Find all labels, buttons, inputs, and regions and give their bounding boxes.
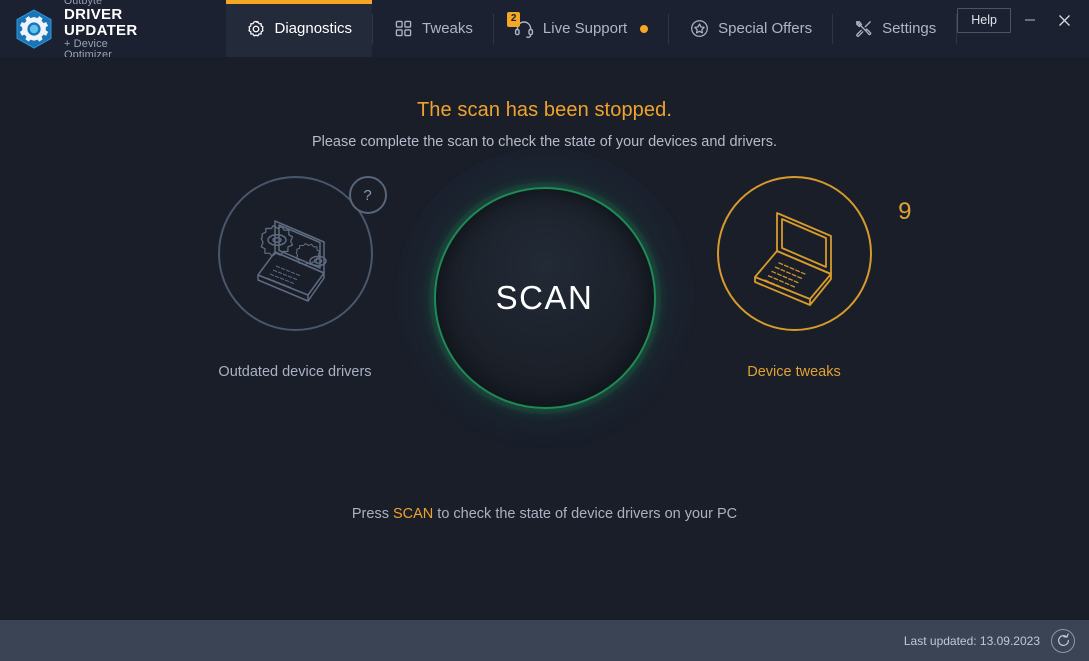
device-tweaks-panel[interactable]: 9 Device tweaks	[674, 168, 914, 380]
tab-diagnostics[interactable]: Diagnostics	[225, 0, 373, 57]
close-button[interactable]	[1049, 5, 1079, 35]
star-circle-icon	[689, 19, 709, 39]
scan-button-area: SCAN	[394, 148, 695, 448]
scan-hint: Press SCAN to check the state of device …	[0, 506, 1089, 522]
brand-product: DRIVER UPDATER	[64, 6, 138, 39]
tab-tweaks[interactable]: Tweaks	[373, 0, 493, 57]
tab-label: Special Offers	[718, 20, 813, 37]
page-title: The scan has been stopped.	[416, 99, 672, 121]
outdated-drivers-panel[interactable]: ? Outdated device drivers	[175, 168, 415, 380]
outdated-drivers-label: Outdated device drivers	[218, 364, 372, 380]
tab-label: Diagnostics	[274, 20, 353, 37]
headset-icon: 2	[506, 11, 534, 39]
hint-prefix: Press	[351, 506, 393, 522]
status-message-block: The scan has been stopped. Please comple…	[0, 57, 1089, 150]
device-tweaks-label: Device tweaks	[747, 364, 841, 380]
tab-special-offers[interactable]: Special Offers	[669, 0, 832, 57]
laptop-icon: 9	[716, 176, 912, 331]
laptop-gears-icon: ?	[217, 176, 387, 331]
tab-live-support[interactable]: 2 Live Support	[494, 0, 668, 57]
status-bar: Last updated: 13.09.2023	[0, 620, 1089, 661]
live-status-dot	[640, 24, 649, 33]
tools-icon	[853, 19, 873, 39]
tab-settings[interactable]: Settings	[833, 0, 956, 57]
grid-icon	[393, 19, 413, 39]
live-support-badge: 2	[506, 11, 521, 27]
tab-label: Live Support	[542, 20, 628, 37]
hint-highlight: SCAN	[392, 506, 434, 522]
hint-suffix: to check the state of device drivers on …	[433, 506, 738, 522]
window-controls: Help	[957, 0, 1089, 40]
question-badge: ?	[348, 176, 387, 214]
help-button[interactable]: Help	[957, 7, 1011, 33]
brand-logo: Outbyte DRIVER UPDATER + Device Optimize…	[0, 0, 155, 61]
main-content: The scan has been stopped. Please comple…	[0, 57, 1089, 620]
main-navigation: Diagnostics Tweaks 2 Live Support Specia…	[225, 0, 958, 57]
hexagon-gear-logo-icon	[14, 8, 54, 50]
tab-label: Settings	[882, 20, 937, 37]
tab-label: Tweaks	[422, 20, 473, 37]
application-window: Outbyte DRIVER UPDATER + Device Optimize…	[0, 0, 1089, 661]
minimize-button[interactable]	[1015, 5, 1045, 35]
title-bar: Outbyte DRIVER UPDATER + Device Optimize…	[0, 0, 1089, 61]
scan-stage: ? Outdated device drivers SCAN 9 Device …	[0, 148, 1089, 498]
refresh-icon[interactable]	[1051, 628, 1075, 653]
scan-button[interactable]: SCAN	[433, 187, 656, 409]
scan-button-label: SCAN	[495, 279, 594, 316]
device-tweaks-count: 9	[898, 198, 912, 225]
brand-text: Outbyte DRIVER UPDATER + Device Optimize…	[64, 0, 155, 62]
gear-icon	[246, 19, 266, 39]
last-updated-label: Last updated: 13.09.2023	[903, 633, 1040, 648]
